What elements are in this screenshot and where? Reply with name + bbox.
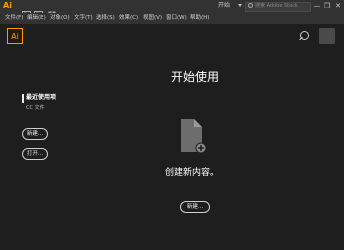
- menu-file[interactable]: 文件(F): [5, 13, 23, 24]
- stock-icon[interactable]: St: [34, 3, 43, 19]
- search-icon: [248, 3, 253, 8]
- menu-view[interactable]: 视图(V): [143, 13, 162, 24]
- menu-edit[interactable]: 编辑(E): [27, 13, 46, 24]
- avatar[interactable]: [319, 28, 335, 44]
- workspace-switcher[interactable]: 开始: [218, 1, 230, 11]
- menu-type[interactable]: 文字(T): [74, 13, 93, 24]
- sidebar-item-cc-files[interactable]: CC 文件: [26, 103, 45, 113]
- menu-help[interactable]: 帮助(H): [190, 13, 209, 24]
- start-screen: [0, 24, 344, 250]
- chevron-down-icon[interactable]: [238, 4, 242, 7]
- menu-window[interactable]: 窗口(W): [166, 13, 187, 24]
- new-file-button[interactable]: 新建...: [22, 128, 48, 140]
- menu-select[interactable]: 选择(S): [96, 13, 115, 24]
- maximize-button[interactable]: ❐: [322, 1, 332, 11]
- new-document-icon: [180, 118, 207, 154]
- sidebar-item-recent[interactable]: 最近使用项: [26, 93, 56, 103]
- create-new-message: 创建新内容。: [164, 168, 219, 178]
- close-button[interactable]: ✕: [333, 1, 343, 11]
- menu-effect[interactable]: 效果(C): [119, 13, 138, 24]
- app-logo: Ai: [7, 28, 23, 44]
- bridge-icon[interactable]: Br: [22, 3, 31, 19]
- app-icon: Ai: [3, 1, 12, 10]
- new-file-button-main[interactable]: 新建...: [180, 201, 210, 213]
- minimize-button[interactable]: —: [312, 1, 322, 11]
- selected-indicator: [22, 94, 24, 103]
- stock-search-placeholder: 搜索 Adobe Stock: [255, 3, 298, 9]
- layout-grid-icon[interactable]: [48, 3, 59, 18]
- page-title: 开始使用: [170, 70, 219, 84]
- gpu-performance-icon[interactable]: [70, 3, 79, 18]
- open-file-button[interactable]: 打开...: [22, 148, 48, 160]
- menu-object[interactable]: 对象(O): [50, 13, 70, 24]
